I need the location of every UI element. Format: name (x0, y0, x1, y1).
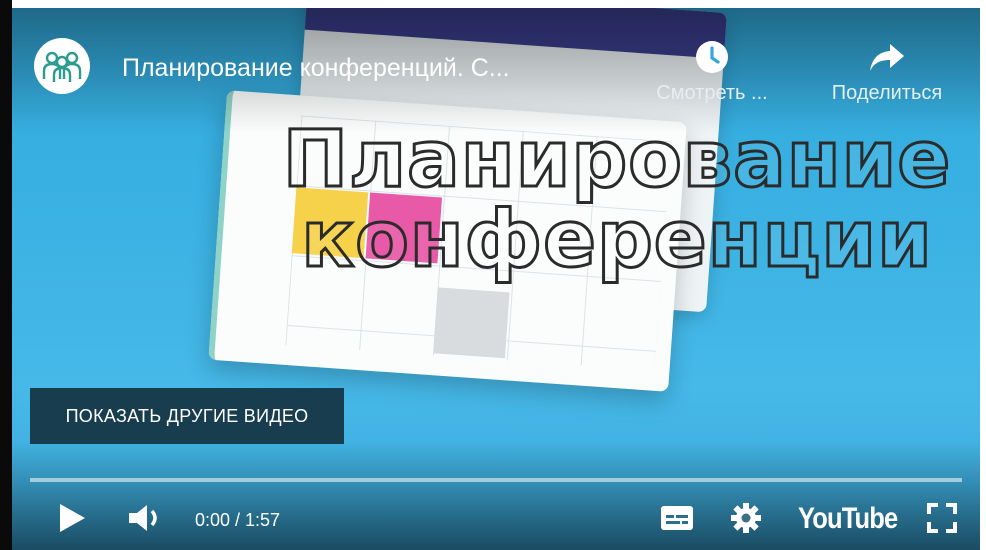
youtube-logo[interactable]: YouTube (798, 502, 898, 536)
share-label: Поделиться (831, 82, 943, 104)
subtitles-icon (661, 506, 693, 530)
gear-icon (731, 503, 761, 533)
video-title-overlay: Планирование конференции (252, 119, 980, 285)
show-more-videos-button[interactable]: ПОКАЗАТЬ ДРУГИЕ ВИДЕО (30, 388, 344, 444)
volume-icon (129, 505, 157, 531)
fullscreen-icon (927, 503, 957, 533)
share-arrow-icon (870, 44, 904, 71)
left-border (0, 0, 12, 550)
watch-later-button[interactable]: Смотреть ... (642, 38, 782, 105)
settings-button[interactable] (726, 498, 766, 538)
clock-icon (696, 41, 728, 73)
video-title-link[interactable]: Планирование конференций. С... (122, 54, 510, 83)
fullscreen-button[interactable] (922, 498, 962, 538)
mute-button[interactable] (124, 498, 170, 538)
watch-later-label: Смотреть ... (656, 82, 768, 104)
play-icon (60, 504, 85, 532)
play-button[interactable] (52, 498, 92, 538)
player-controls: 0:00 / 1:57 YouTube (12, 488, 980, 548)
subtitles-button[interactable] (657, 498, 697, 538)
video-player[interactable]: Планирование конференции Планирование ко… (12, 8, 980, 550)
channel-avatar[interactable] (34, 38, 90, 94)
screenshot-frame: Планирование конференции Планирование ко… (0, 0, 986, 550)
progress-bar[interactable] (30, 478, 962, 482)
people-group-icon (42, 51, 82, 82)
calendar-event-gray (433, 287, 510, 359)
share-button[interactable]: Поделиться (812, 38, 962, 105)
time-display: 0:00 / 1:57 (195, 510, 281, 530)
overlay-line-2: конференции (300, 195, 933, 285)
